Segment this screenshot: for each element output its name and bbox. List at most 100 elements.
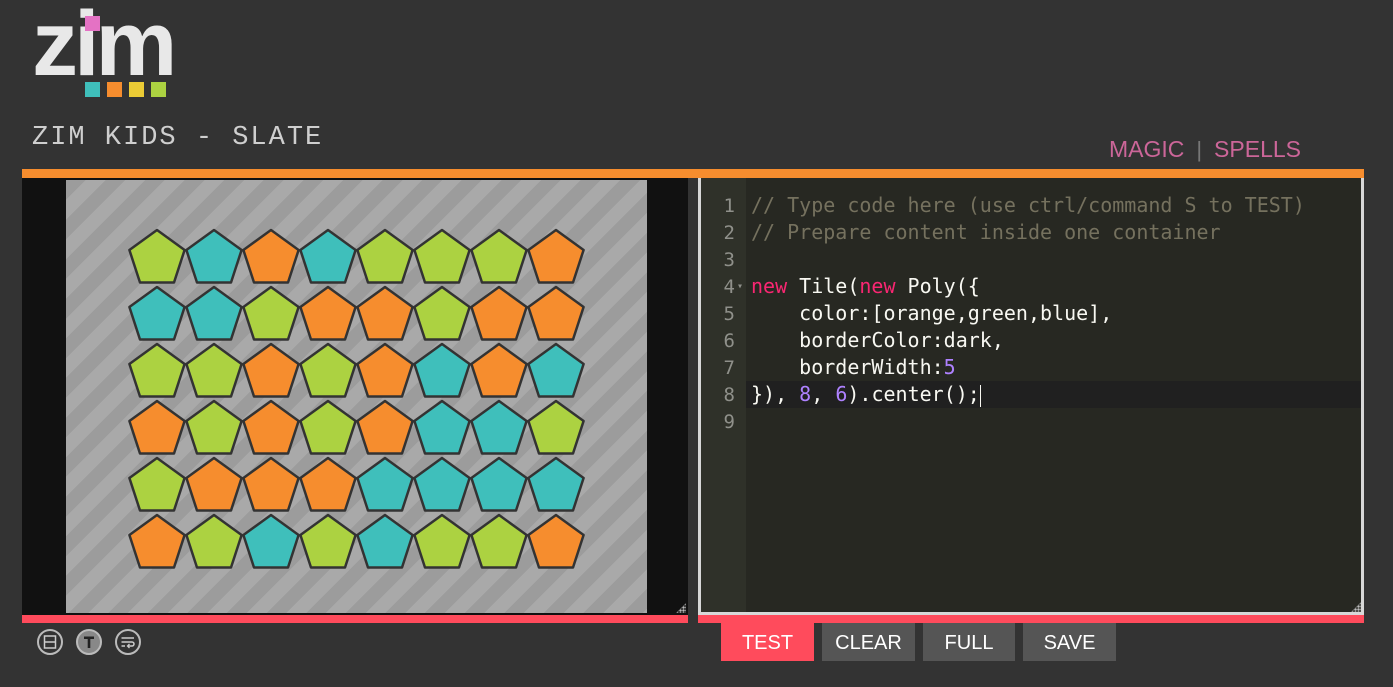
logo-square-yellow: [129, 82, 144, 97]
line-number: 7: [723, 357, 735, 379]
line-number: 8: [723, 384, 735, 406]
line-number: 4: [723, 276, 735, 298]
code-text: borderWidth:5: [751, 355, 956, 379]
pentagon-tile-blue: [185, 285, 243, 341]
pentagon-tile-green: [128, 342, 186, 398]
pentagon-tile-orange: [128, 513, 186, 569]
stage-canvas[interactable]: [66, 180, 647, 613]
clear-button[interactable]: CLEAR: [822, 623, 915, 661]
pentagon-tile-green: [185, 513, 243, 569]
code-text: color:[orange,green,blue],: [751, 301, 1113, 325]
pentagon-tile-green: [527, 399, 585, 455]
code-text: borderColor:dark,: [751, 328, 1004, 352]
code-text: // Type code here (use ctrl/command S to…: [751, 193, 1305, 217]
logo-square-blue: [85, 82, 100, 97]
code-line: 6 borderColor:dark,: [701, 327, 1361, 354]
pentagon-tile-green: [299, 513, 357, 569]
pentagon-tile-green: [470, 228, 528, 284]
logo-wordmark: zim: [32, 0, 177, 95]
pentagon-tile-blue: [527, 342, 585, 398]
pentagon-tile-blue: [527, 456, 585, 512]
pentagon-tile-blue: [185, 228, 243, 284]
pentagon-tile-green: [128, 456, 186, 512]
code-line: 5 color:[orange,green,blue],: [701, 300, 1361, 327]
pentagon-tile-blue: [470, 399, 528, 455]
code-line: 2 // Prepare content inside one container: [701, 219, 1361, 246]
pentagon-tile-green: [356, 228, 414, 284]
code-text: }), 8, 6).center();: [751, 382, 981, 407]
pentagon-tile-blue: [413, 456, 471, 512]
text-icon[interactable]: [76, 629, 102, 655]
pentagon-tile-green: [185, 342, 243, 398]
pentagon-tile-blue: [356, 513, 414, 569]
line-number: 2: [723, 222, 735, 244]
save-button[interactable]: SAVE: [1023, 623, 1116, 661]
text-cursor: [979, 384, 981, 407]
pentagon-tile-green: [299, 342, 357, 398]
wrap-icon[interactable]: [115, 629, 141, 655]
code-lines: 1 // Type code here (use ctrl/command S t…: [701, 192, 1361, 435]
pentagon-tile-green: [413, 228, 471, 284]
code-editor[interactable]: 1 // Type code here (use ctrl/command S t…: [698, 178, 1364, 615]
page-title: ZIM KIDS - SLATE: [32, 123, 324, 153]
pentagon-tile-orange: [527, 513, 585, 569]
spells-link[interactable]: SPELLS: [1214, 136, 1301, 162]
pentagon-tile-orange: [242, 228, 300, 284]
code-line: 4 ▾ new Tile(new Poly({: [701, 273, 1361, 300]
split-view-icon[interactable]: [37, 629, 63, 655]
pentagon-tile-blue: [413, 342, 471, 398]
code-text: // Prepare content inside one container: [751, 220, 1221, 244]
magic-link[interactable]: MAGIC: [1109, 136, 1184, 162]
code-line: 3: [701, 246, 1361, 273]
logo-square-green: [151, 82, 166, 97]
pentagon-tile-blue: [242, 513, 300, 569]
pentagon-tile-blue: [356, 456, 414, 512]
pentagon-tile-orange: [242, 399, 300, 455]
nav-separator: |: [1196, 137, 1203, 162]
pentagon-tile-blue: [128, 285, 186, 341]
pentagon-tile-green: [242, 285, 300, 341]
logo-square-pink: [85, 16, 100, 31]
line-number: 3: [723, 249, 735, 271]
pentagon-tile-green: [470, 513, 528, 569]
line-number: 6: [723, 330, 735, 352]
code-line: 1 // Type code here (use ctrl/command S t…: [701, 192, 1361, 219]
pentagon-tile-orange: [527, 285, 585, 341]
pentagon-tile-orange: [470, 342, 528, 398]
editor-bottom-bar: [698, 615, 1364, 623]
pentagon-tile-orange: [356, 399, 414, 455]
line-number: 1: [723, 195, 735, 217]
zim-logo: zim: [32, 0, 177, 100]
code-line: 9: [701, 408, 1361, 435]
tile-grid: [128, 228, 585, 569]
pentagon-tile-blue: [299, 228, 357, 284]
stage-bottom-bar: [22, 615, 688, 623]
pentagon-tile-orange: [356, 342, 414, 398]
test-button[interactable]: TEST: [721, 623, 814, 661]
pentagon-tile-orange: [128, 399, 186, 455]
pentagon-tile-green: [413, 285, 471, 341]
pentagon-tile-orange: [185, 456, 243, 512]
pentagon-tile-orange: [299, 456, 357, 512]
top-nav: MAGIC | SPELLS: [1109, 136, 1301, 163]
pentagon-tile-orange: [242, 342, 300, 398]
pentagon-tile-green: [413, 513, 471, 569]
pentagon-tile-orange: [527, 228, 585, 284]
pentagon-tile-orange: [356, 285, 414, 341]
pentagon-tile-orange: [470, 285, 528, 341]
pentagon-tile-orange: [299, 285, 357, 341]
top-accent-bar: [22, 169, 1364, 178]
pentagon-tile-green: [299, 399, 357, 455]
pentagon-tile-blue: [413, 399, 471, 455]
pentagon-tile-orange: [242, 456, 300, 512]
full-button[interactable]: FULL: [923, 623, 1015, 661]
editor-resize-handle[interactable]: [1351, 602, 1361, 612]
code-line: 8 }), 8, 6).center();: [701, 381, 1361, 408]
code-text: new Tile(new Poly({: [751, 274, 980, 298]
code-line: 7 borderWidth:5: [701, 354, 1361, 381]
fold-arrow-icon[interactable]: ▾: [737, 273, 743, 300]
pentagon-tile-green: [185, 399, 243, 455]
pentagon-tile-blue: [470, 456, 528, 512]
line-number: 9: [723, 411, 735, 433]
logo-square-orange: [107, 82, 122, 97]
